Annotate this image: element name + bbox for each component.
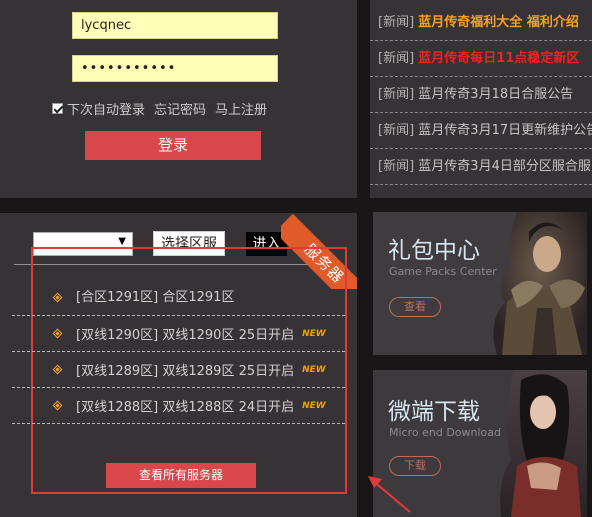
news-tag: [新闻] (378, 87, 415, 102)
forgot-password-link[interactable]: 忘记密码 (154, 99, 206, 118)
server-name[interactable]: [双线1289区] 双线1289区 25日开启 (50, 364, 294, 379)
login-options: 下次自动登录 忘记密码 马上注册 (52, 99, 267, 118)
auto-login-label[interactable]: 下次自动登录 (67, 99, 145, 118)
micro-client-title: 微端下载 (388, 399, 480, 425)
dropdown-arrow-icon: ▼ (118, 236, 126, 247)
username-input[interactable] (72, 12, 278, 39)
view-button[interactable]: 查看 (389, 297, 441, 317)
server-item[interactable]: [双线1290区] 双线1290区 25日开启 NEW (12, 316, 345, 352)
news-tag: [新闻] (378, 51, 415, 66)
gift-center-title: 礼包中心 (388, 238, 480, 264)
news-item[interactable]: [新闻] 蓝月传奇3月18日合服公告 (370, 77, 592, 113)
password-input[interactable] (72, 55, 278, 82)
annotation-arrow-icon (368, 476, 411, 513)
server-name[interactable]: [双线1288区] 双线1288区 24日开启 (50, 400, 294, 415)
news-title[interactable]: 蓝月传奇每日11点稳定新区 (418, 51, 579, 66)
female-character-icon (500, 370, 587, 517)
news-title[interactable]: 蓝月传奇3月18日合服公告 (418, 87, 573, 102)
server-panel: ▼ 选择区服 进入 服务器 [合区1291区] 合区1291区 [双线1290区… (0, 213, 357, 517)
news-item[interactable]: [新闻] 蓝月传奇福利大全 福利介绍 (370, 0, 592, 41)
news-title[interactable]: 蓝月传奇3月4日部分区服合服 (418, 159, 591, 174)
new-badge: NEW (302, 365, 326, 375)
view-all-servers-button[interactable]: 查看所有服务器 (106, 463, 256, 488)
gift-center-card[interactable]: 礼包中心 Game Packs Center 查看 (373, 212, 587, 355)
news-item[interactable]: [新闻] 蓝月传奇每日11点稳定新区 (370, 41, 592, 77)
login-panel: 下次自动登录 忘记密码 马上注册 登录 (0, 0, 357, 198)
news-item[interactable]: [新闻] 蓝月传奇3月4日部分区服合服 (370, 149, 592, 185)
news-panel: [新闻] 蓝月传奇福利大全 福利介绍 [新闻] 蓝月传奇每日11点稳定新区 [新… (370, 0, 592, 198)
news-tag: [新闻] (378, 15, 415, 30)
auto-login-checkbox[interactable] (52, 103, 63, 114)
micro-client-subtitle: Micro end Download (389, 426, 501, 439)
server-name[interactable]: [合区1291区] 合区1291区 (50, 290, 234, 305)
warrior-character-icon (493, 212, 587, 355)
server-item[interactable]: [合区1291区] 合区1291区 (12, 280, 345, 316)
gift-center-subtitle: Game Packs Center (389, 265, 497, 278)
news-title[interactable]: 蓝月传奇3月17日更新维护公告 (418, 123, 592, 138)
news-tag: [新闻] (378, 159, 415, 174)
news-title[interactable]: 蓝月传奇福利大全 福利介绍 (418, 15, 579, 30)
register-link[interactable]: 马上注册 (215, 99, 267, 118)
server-item[interactable]: [双线1288区] 双线1288区 24日开启 NEW (12, 388, 345, 424)
news-tag: [新闻] (378, 123, 415, 138)
login-button[interactable]: 登录 (85, 131, 261, 160)
news-item[interactable]: [新闻] 蓝月传奇3月17日更新维护公告 (370, 113, 592, 149)
new-badge: NEW (302, 329, 326, 339)
server-item[interactable]: [双线1289区] 双线1289区 25日开启 NEW (12, 352, 345, 388)
new-badge: NEW (302, 401, 326, 411)
server-name[interactable]: [双线1290区] 双线1290区 25日开启 (50, 328, 294, 343)
server-list: [合区1291区] 合区1291区 [双线1290区] 双线1290区 25日开… (12, 280, 345, 424)
